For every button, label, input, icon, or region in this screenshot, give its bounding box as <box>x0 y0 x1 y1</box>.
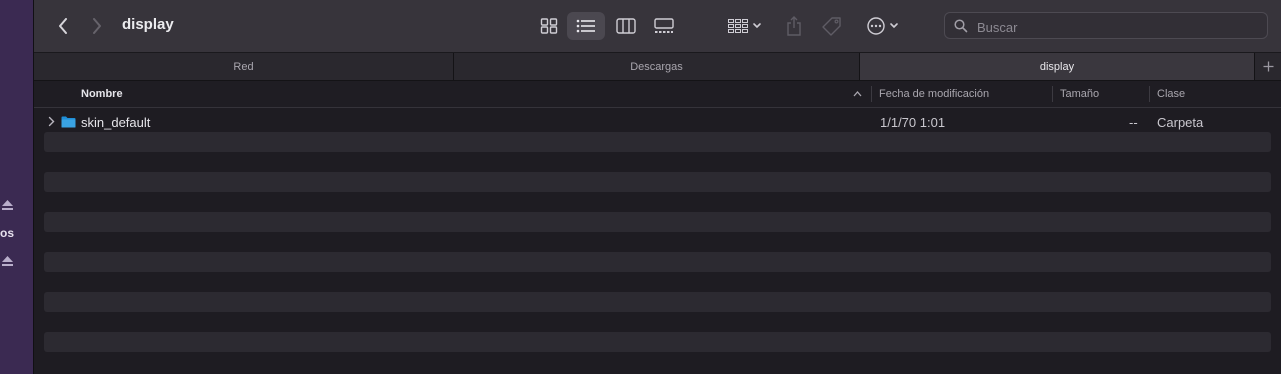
tab-label: Red <box>233 60 254 73</box>
window-title: display <box>122 16 174 33</box>
column-name[interactable]: Nombre <box>81 81 123 107</box>
column-divider[interactable] <box>1052 86 1053 102</box>
empty-row <box>44 152 1271 172</box>
column-header: Nombre Fecha de modificación Tamaño Clas… <box>34 81 1281 108</box>
file-kind: Carpeta <box>1157 115 1204 130</box>
toolbar: display <box>34 0 1281 53</box>
file-name: skin_default <box>81 115 151 130</box>
search-icon <box>954 19 968 33</box>
file-date: 1/1/70 1:01 <box>880 115 946 130</box>
new-tab-button[interactable] <box>1254 53 1281 80</box>
back-button[interactable] <box>52 14 74 38</box>
column-kind-label: Clase <box>1157 88 1186 100</box>
actions-button[interactable] <box>862 14 902 38</box>
forward-button[interactable] <box>86 14 108 38</box>
share-icon <box>787 16 801 36</box>
chevron-right-icon <box>93 18 101 34</box>
empty-row <box>44 172 1271 192</box>
tab-bar: Red Descargas display <box>34 53 1281 81</box>
chevron-down-icon <box>889 23 898 29</box>
sidebar: os <box>0 0 33 374</box>
column-divider[interactable] <box>1149 86 1150 102</box>
column-name-label: Nombre <box>81 88 123 100</box>
column-kind[interactable]: Clase <box>1157 81 1185 107</box>
ellipsis-circle-icon <box>866 17 885 35</box>
column-view-button[interactable] <box>607 12 645 40</box>
sort-ascending-icon[interactable] <box>853 90 862 97</box>
group-button[interactable] <box>724 14 766 38</box>
empty-row <box>44 192 1271 212</box>
tab-label: display <box>1039 60 1075 73</box>
table-row[interactable]: skin_default 1/1/70 1:01 -- Carpeta <box>44 112 1271 132</box>
tag-button[interactable] <box>820 14 844 38</box>
empty-row <box>44 312 1271 332</box>
tag-icon <box>822 17 841 36</box>
tab-red[interactable]: Red <box>34 53 454 80</box>
tab-descargas[interactable]: Descargas <box>454 53 860 80</box>
column-divider[interactable] <box>871 86 872 102</box>
list-view-button[interactable] <box>567 12 605 40</box>
search-field[interactable] <box>944 12 1268 39</box>
gallery-view-icon <box>654 18 674 33</box>
column-size-label: Tamaño <box>1060 88 1100 100</box>
icon-view-button[interactable] <box>530 12 568 40</box>
group-icon <box>728 19 748 33</box>
disclosure-triangle-icon[interactable] <box>48 116 55 127</box>
eject-icon[interactable] <box>2 200 13 210</box>
column-size[interactable]: Tamaño <box>1060 81 1099 107</box>
folder-icon <box>61 116 76 128</box>
search-input[interactable] <box>975 17 1259 37</box>
file-size: -- <box>1129 115 1138 130</box>
empty-row <box>44 272 1271 292</box>
empty-row <box>44 252 1271 272</box>
empty-row <box>44 232 1271 252</box>
gallery-view-button[interactable] <box>645 12 683 40</box>
empty-row <box>44 332 1271 352</box>
empty-row <box>44 132 1271 152</box>
column-view-icon <box>616 18 636 34</box>
empty-row <box>44 292 1271 312</box>
tab-display[interactable]: display <box>860 53 1254 80</box>
empty-row <box>44 212 1271 232</box>
file-list: skin_default 1/1/70 1:01 -- Carpeta <box>44 112 1271 352</box>
eject-icon[interactable] <box>2 256 13 266</box>
icon-view-icon <box>540 18 558 34</box>
tab-label: Descargas <box>630 60 683 73</box>
sidebar-item-label[interactable]: os <box>0 226 14 240</box>
share-button[interactable] <box>782 13 806 39</box>
column-date[interactable]: Fecha de modificación <box>879 81 989 107</box>
chevron-down-icon <box>753 23 761 29</box>
plus-icon <box>1263 61 1274 72</box>
list-view-icon <box>576 19 595 33</box>
chevron-left-icon <box>59 18 67 34</box>
column-date-label: Fecha de modificación <box>879 88 990 100</box>
